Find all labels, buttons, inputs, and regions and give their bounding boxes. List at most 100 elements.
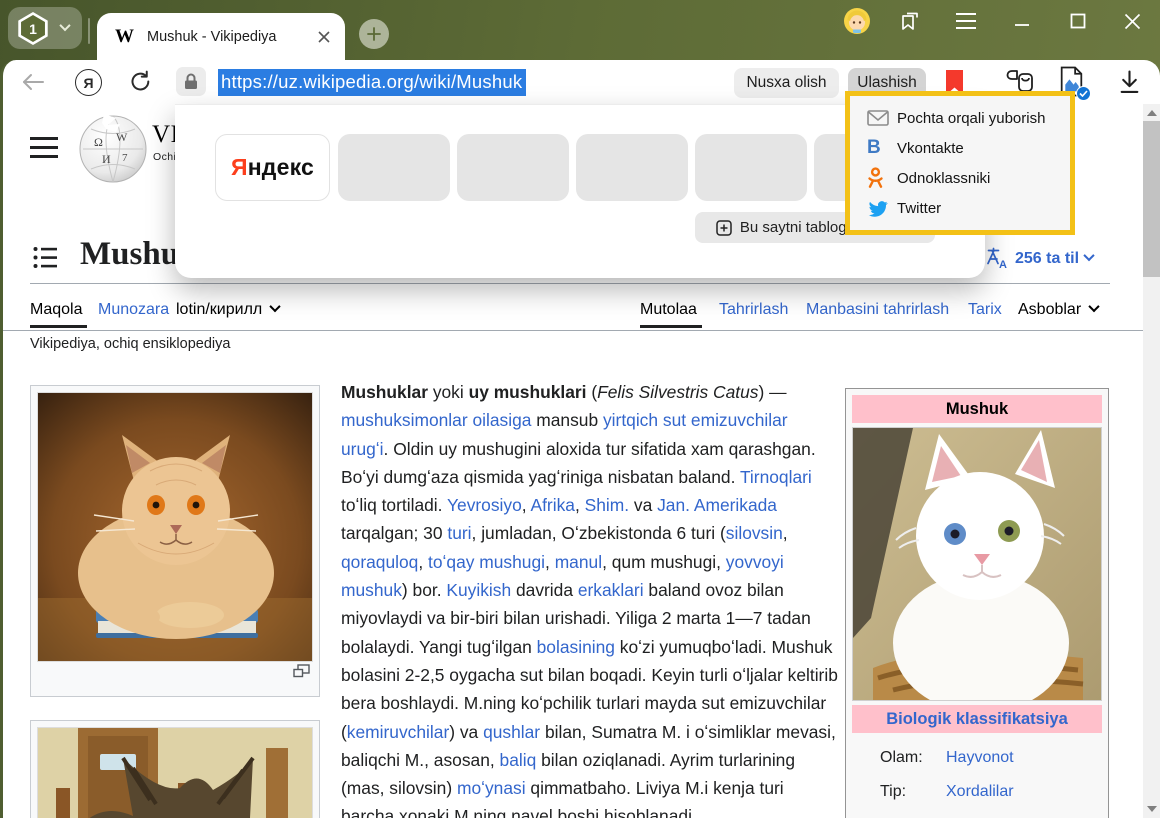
svg-text:7: 7 [122, 152, 128, 164]
tab-manbasini-tahrirlash[interactable]: Manbasini tahrirlash [806, 301, 949, 319]
active-tab-underline [30, 325, 87, 328]
article-link[interactable]: turi [447, 523, 471, 543]
tab-tarix[interactable]: Tarix [968, 301, 1002, 319]
tab-group-chevron-icon[interactable] [59, 20, 70, 31]
article-link[interactable]: Afrika [531, 495, 575, 515]
tab-group-count: 1 [29, 21, 37, 37]
article-link[interactable]: qushlar [483, 722, 540, 742]
translate-icon: A [986, 247, 1009, 270]
infobox-table: Olam: Hayvonot Tip: Xordalilar Sinf: Sut… [852, 741, 1102, 818]
article-link[interactable]: mushuksimonlar oilasiga [341, 410, 531, 430]
share-menu-item-mail[interactable]: Pochta orqali yuborish [850, 103, 1070, 133]
infobox: Mushuk [845, 388, 1109, 818]
scrollbar[interactable] [1143, 104, 1160, 818]
tab-maqola[interactable]: Maqola [30, 301, 82, 319]
tableau-tile-placeholder[interactable] [338, 134, 450, 201]
new-tab-button[interactable] [359, 19, 389, 49]
tab-close-icon[interactable] [317, 30, 331, 44]
tableau-tile-placeholder[interactable] [576, 134, 688, 201]
infobox-section-header: Biologik klassifikatsiya [852, 705, 1102, 733]
refresh-icon[interactable] [128, 69, 153, 94]
enlarge-icon[interactable] [293, 664, 310, 683]
share-menu-item-twitter[interactable]: Twitter [850, 193, 1070, 223]
table-row: Olam: Hayvonot [852, 741, 1102, 775]
article-link[interactable]: silovsin [726, 523, 783, 543]
kitten-photo[interactable] [852, 427, 1102, 701]
chevron-down-icon [1088, 301, 1099, 312]
article-link[interactable]: erkaklari [578, 580, 644, 600]
tab-mutolaa[interactable]: Mutolaa [640, 301, 697, 319]
share-menu-item-vkontakte[interactable]: B Vkontakte [850, 133, 1070, 163]
scrollbar-thumb[interactable] [1143, 121, 1160, 277]
article-link[interactable]: moʻynasi [457, 778, 526, 798]
article-link[interactable]: kemiruvchilar [347, 722, 449, 742]
infobox-title: Mushuk [852, 395, 1102, 423]
tableau-tile-placeholder[interactable] [457, 134, 569, 201]
minimize-button[interactable] [1009, 8, 1035, 34]
language-selector[interactable]: A 256 ta til [986, 247, 1093, 270]
tab-munozara[interactable]: Munozara [98, 301, 169, 319]
article-link[interactable]: baliq [500, 750, 537, 770]
share-menu: Pochta orqali yuborish B Vkontakte Odnok… [845, 91, 1075, 235]
article-link[interactable]: Jan. Amerikada [657, 495, 777, 515]
tab-group-pill[interactable]: 1 [8, 7, 82, 49]
browser-tab[interactable]: W Mushuk - Vikipediya [97, 13, 345, 60]
yandex-services-icon[interactable]: Я [75, 69, 102, 96]
vk-icon: B [867, 137, 897, 159]
lock-icon[interactable] [176, 67, 206, 96]
divider [88, 18, 90, 44]
ok-icon [867, 167, 897, 190]
copy-url-button[interactable]: Nusxa olish [734, 68, 839, 98]
tab-title: Mushuk - Vikipediya [147, 29, 277, 45]
bookmarks-icon[interactable] [897, 8, 923, 34]
article-link[interactable]: qoraquloq [341, 552, 418, 572]
site-subtitle: Vikipediya, ochiq ensiklopediya [30, 336, 230, 352]
browser-window: 1 W Mushuk - Vikipediya Я [0, 0, 1160, 818]
tableau-tile-placeholder[interactable] [695, 134, 807, 201]
scrollbar-down-button[interactable] [1147, 806, 1157, 812]
share-menu-item-label: Odnoklassniki [897, 170, 990, 187]
plus-icon [366, 26, 382, 42]
cat-photo[interactable] [37, 392, 313, 662]
tab-tahrirlash[interactable]: Tahrirlash [719, 301, 788, 319]
divider [3, 330, 1143, 331]
article-link[interactable]: Tirnoqlari [740, 467, 812, 487]
svg-text:W: W [116, 130, 128, 144]
main-menu-icon[interactable] [30, 136, 58, 164]
svg-text:A: A [999, 259, 1007, 270]
row-value-link[interactable]: Xordalilar [946, 783, 1014, 801]
back-icon[interactable] [21, 71, 45, 93]
article-link[interactable]: toʻqay mushugi [428, 552, 545, 572]
chevron-down-icon [269, 301, 280, 312]
article-link[interactable]: Kuyikish [446, 580, 511, 600]
cat-photo[interactable] [37, 727, 313, 818]
twitter-icon [867, 199, 897, 217]
table-row: Tip: Xordalilar [852, 775, 1102, 809]
tools-menu[interactable]: Asboblar [1018, 301, 1098, 319]
url-input[interactable]: https://uz.wikipedia.org/wiki/Mushuk [218, 68, 526, 96]
svg-text:Ω: Ω [94, 135, 103, 149]
article-link[interactable]: Shim. [585, 495, 629, 515]
share-menu-item-odnoklassniki[interactable]: Odnoklassniki [850, 163, 1070, 193]
article-link[interactable]: Yevrosiyo [447, 495, 522, 515]
variant-selector[interactable]: lotin/кирилл [176, 301, 279, 319]
active-tab-underline [640, 325, 702, 328]
wikipedia-logo[interactable]: Ω W И 7 [78, 113, 148, 188]
article-link[interactable]: bolasining [537, 637, 615, 657]
maximize-button[interactable] [1065, 8, 1091, 34]
svg-text:И: И [102, 152, 111, 166]
thumbnail-cat-head[interactable] [30, 720, 320, 818]
thumbnail-cat-book[interactable] [30, 385, 320, 697]
scrollbar-up-button[interactable] [1147, 110, 1157, 116]
browser-menu-icon[interactable] [953, 8, 979, 34]
close-button[interactable] [1119, 8, 1145, 34]
avatar[interactable] [844, 8, 870, 34]
download-icon[interactable] [1118, 69, 1141, 95]
row-value-link[interactable]: Hayvonot [946, 749, 1014, 767]
toc-icon[interactable] [33, 246, 57, 274]
share-menu-item-label: Vkontakte [897, 140, 964, 157]
yandex-logo-tile[interactable]: Яндекс [215, 134, 330, 201]
share-menu-item-label: Twitter [897, 200, 941, 217]
chevron-down-icon [1083, 250, 1094, 261]
article-link[interactable]: manul [555, 552, 602, 572]
